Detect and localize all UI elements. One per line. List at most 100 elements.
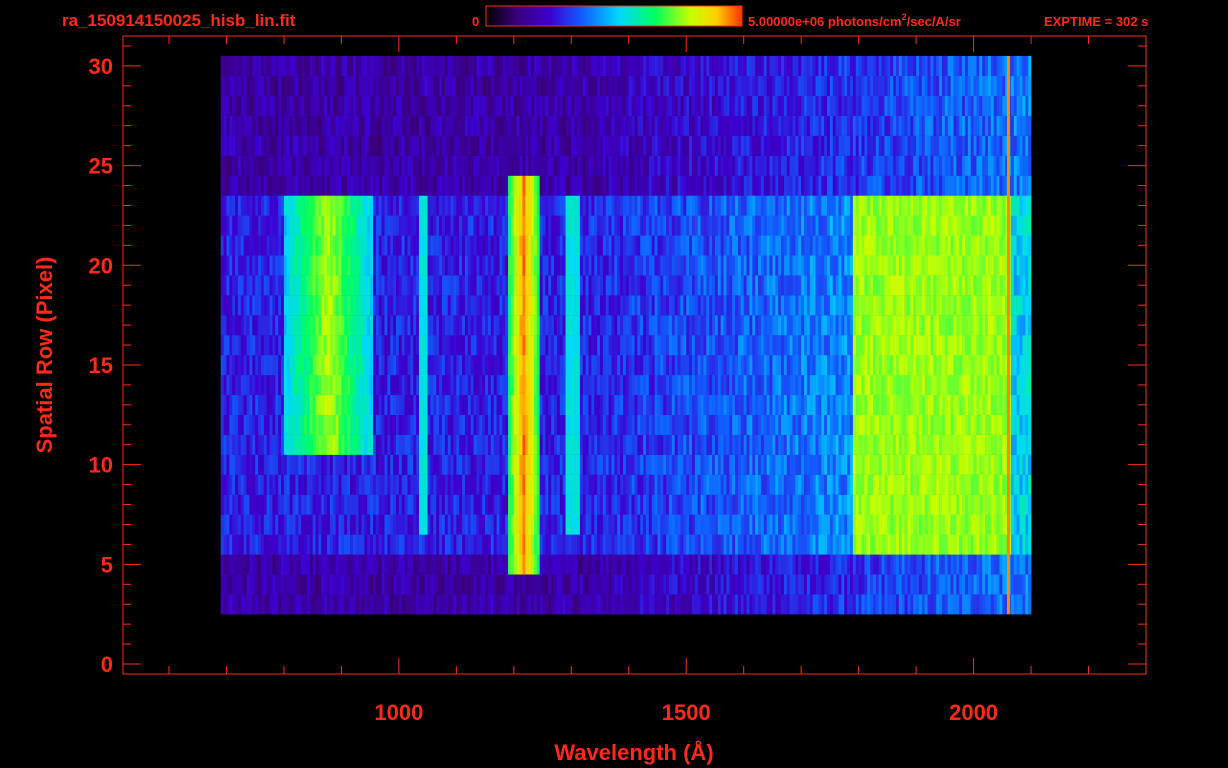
- heatmap-cell: [643, 255, 647, 276]
- heatmap-cell: [243, 315, 247, 336]
- heatmap-cell: [775, 514, 779, 535]
- heatmap-cell: [689, 474, 693, 495]
- heatmap-cell: [459, 474, 463, 495]
- heatmap-cell: [973, 275, 977, 296]
- heatmap-cell: [255, 434, 259, 455]
- heatmap-cell: [450, 355, 454, 376]
- heatmap-cell: [554, 355, 558, 376]
- heatmap-cell: [628, 494, 632, 515]
- heatmap-cell: [760, 255, 765, 276]
- heatmap-cell: [283, 454, 288, 475]
- heatmap-cell: [858, 335, 862, 356]
- heatmap-cell: [671, 534, 676, 555]
- heatmap-cell: [605, 594, 609, 615]
- heatmap-cell: [921, 454, 926, 475]
- heatmap-cell: [645, 394, 650, 416]
- heatmap-cell: [260, 514, 265, 535]
- heatmap-cell: [444, 534, 449, 555]
- heatmap-cell: [329, 514, 334, 535]
- heatmap-cell: [746, 374, 750, 396]
- heatmap-cell: [893, 295, 897, 316]
- heatmap-cell: [410, 574, 414, 595]
- heatmap-cell: [723, 434, 727, 455]
- heatmap-cell: [798, 374, 802, 396]
- heatmap-cell: [398, 434, 403, 455]
- heatmap-cell: [640, 374, 644, 396]
- heatmap-cell: [956, 594, 960, 615]
- heatmap-cell: [680, 474, 684, 495]
- heatmap-cell: [852, 275, 857, 296]
- heatmap-cell: [413, 514, 417, 535]
- heatmap-cell: [588, 335, 592, 356]
- heatmap-cell: [634, 315, 638, 336]
- heatmap-cell: [743, 494, 747, 515]
- heatmap-cell: [571, 514, 575, 535]
- heatmap-cell: [387, 574, 391, 595]
- heatmap-cell: [740, 514, 744, 535]
- heatmap-cell: [726, 275, 730, 296]
- heatmap-cell: [806, 295, 811, 316]
- heatmap-cell: [375, 434, 380, 455]
- heatmap-cell: [712, 434, 716, 455]
- heatmap-cell: [967, 374, 972, 396]
- heatmap-cell: [516, 454, 520, 475]
- heatmap-cell: [752, 394, 756, 416]
- heatmap-cell: [714, 494, 719, 515]
- heatmap-cell: [1025, 534, 1029, 555]
- heatmap-cell: [904, 574, 908, 595]
- heatmap-cell: [996, 494, 1000, 515]
- heatmap-cell: [645, 355, 650, 376]
- heatmap-cell: [835, 414, 839, 435]
- heatmap-cell: [556, 394, 561, 416]
- heatmap-cell: [591, 295, 595, 316]
- heatmap-cell: [927, 335, 931, 356]
- heatmap-cell: [577, 594, 581, 615]
- heatmap-cell: [522, 454, 526, 475]
- heatmap-cell: [689, 574, 693, 595]
- heatmap-cell: [502, 514, 506, 535]
- heatmap-cell: [266, 574, 270, 595]
- heatmap-cell: [312, 355, 316, 376]
- heatmap-cell: [594, 414, 598, 435]
- heatmap-cell: [597, 315, 601, 336]
- heatmap-cell: [746, 554, 750, 575]
- heatmap-cell: [226, 255, 230, 276]
- heatmap-cell: [847, 394, 851, 416]
- heatmap-cell: [835, 534, 839, 555]
- heatmap-cell: [740, 355, 744, 376]
- heatmap-cell: [712, 514, 716, 535]
- heatmap-cell: [327, 394, 331, 416]
- heatmap-cell: [344, 255, 348, 276]
- heatmap-cell: [551, 335, 555, 356]
- heatmap-cell: [281, 454, 285, 475]
- heatmap-cell: [976, 554, 980, 575]
- heatmap-cell: [292, 474, 296, 495]
- heatmap-cell: [358, 255, 362, 276]
- heatmap-cell: [962, 414, 966, 435]
- heatmap-cell: [551, 554, 555, 575]
- heatmap-cell: [967, 454, 972, 475]
- heatmap-cell: [597, 414, 601, 435]
- heatmap-cell: [959, 594, 963, 615]
- heatmap-cell: [591, 434, 595, 455]
- heatmap-cell: [631, 275, 635, 296]
- heatmap-cell: [740, 434, 744, 455]
- heatmap-cell: [436, 414, 440, 435]
- heatmap-cell: [763, 335, 767, 356]
- heatmap-cell: [531, 494, 535, 515]
- heatmap-cell: [732, 255, 736, 276]
- heatmap-cell: [321, 534, 325, 555]
- heatmap-cell: [950, 355, 954, 376]
- heatmap-cell: [272, 514, 276, 535]
- heatmap-cell: [962, 355, 966, 376]
- heatmap-cell: [556, 474, 561, 495]
- heatmap-cell: [890, 394, 894, 416]
- heatmap-cell: [289, 554, 293, 575]
- heatmap-cell: [367, 374, 371, 396]
- heatmap-cell: [898, 474, 903, 495]
- heatmap-cell: [749, 335, 753, 356]
- heatmap-cell: [763, 494, 767, 515]
- heatmap-cell: [904, 494, 908, 515]
- heatmap-cell: [462, 554, 466, 575]
- heatmap-cell: [407, 394, 411, 416]
